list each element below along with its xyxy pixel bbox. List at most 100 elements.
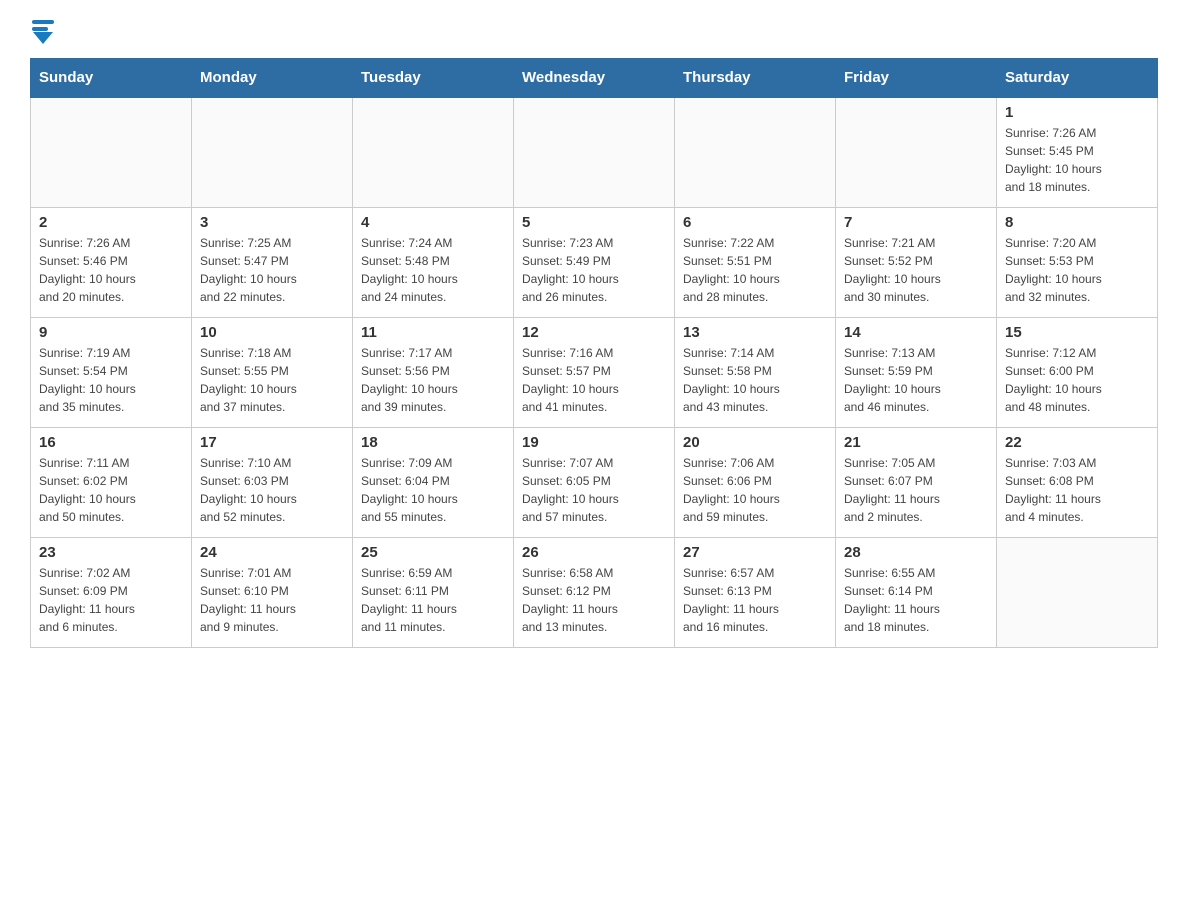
day-number: 1 [1005,104,1149,121]
calendar-cell: 2 Sunrise: 7:26 AM Sunset: 5:46 PM Daylig… [31,207,192,317]
weekday-header-friday: Friday [836,59,997,98]
day-number: 21 [844,434,988,451]
day-info: Sunrise: 7:24 AM Sunset: 5:48 PM Dayligh… [361,234,505,306]
day-info: Sunrise: 7:26 AM Sunset: 5:45 PM Dayligh… [1005,124,1149,196]
calendar-cell: 19 Sunrise: 7:07 AM Sunset: 6:05 PM Dayli… [514,427,675,537]
calendar-cell: 18 Sunrise: 7:09 AM Sunset: 6:04 PM Dayli… [353,427,514,537]
day-info: Sunrise: 7:23 AM Sunset: 5:49 PM Dayligh… [522,234,666,306]
day-number: 10 [200,324,344,341]
day-number: 20 [683,434,827,451]
weekday-header-tuesday: Tuesday [353,59,514,98]
calendar-cell [836,97,997,207]
weekday-header-thursday: Thursday [675,59,836,98]
calendar-cell: 22 Sunrise: 7:03 AM Sunset: 6:08 PM Dayli… [997,427,1158,537]
day-info: Sunrise: 6:55 AM Sunset: 6:14 PM Dayligh… [844,564,988,636]
calendar-week-1: 1 Sunrise: 7:26 AM Sunset: 5:45 PM Daylig… [31,97,1158,207]
calendar-cell [353,97,514,207]
calendar-cell [675,97,836,207]
calendar-cell [997,537,1158,647]
calendar-cell: 8 Sunrise: 7:20 AM Sunset: 5:53 PM Daylig… [997,207,1158,317]
calendar-cell: 3 Sunrise: 7:25 AM Sunset: 5:47 PM Daylig… [192,207,353,317]
calendar-cell: 10Sunrise: 7:18 AM Sunset: 5:55 PM Dayli… [192,317,353,427]
logo-icon [32,20,54,44]
day-info: Sunrise: 7:14 AM Sunset: 5:58 PM Dayligh… [683,344,827,416]
day-info: Sunrise: 7:12 AM Sunset: 6:00 PM Dayligh… [1005,344,1149,416]
calendar-cell [514,97,675,207]
weekday-header-saturday: Saturday [997,59,1158,98]
logo [30,20,54,42]
day-info: Sunrise: 7:17 AM Sunset: 5:56 PM Dayligh… [361,344,505,416]
day-number: 8 [1005,214,1149,231]
calendar-cell: 15 Sunrise: 7:12 AM Sunset: 6:00 PM Dayli… [997,317,1158,427]
day-number: 18 [361,434,505,451]
calendar-cell: 14 Sunrise: 7:13 AM Sunset: 5:59 PM Dayli… [836,317,997,427]
day-info: Sunrise: 7:09 AM Sunset: 6:04 PM Dayligh… [361,454,505,526]
day-info: Sunrise: 7:11 AM Sunset: 6:02 PM Dayligh… [39,454,183,526]
day-number: 4 [361,214,505,231]
calendar-cell: 9 Sunrise: 7:19 AM Sunset: 5:54 PM Daylig… [31,317,192,427]
day-number: 28 [844,544,988,561]
calendar-cell: 12 Sunrise: 7:16 AM Sunset: 5:57 PM Dayli… [514,317,675,427]
day-number: 19 [522,434,666,451]
calendar-cell: 13 Sunrise: 7:14 AM Sunset: 5:58 PM Dayli… [675,317,836,427]
day-number: 16 [39,434,183,451]
day-number: 24 [200,544,344,561]
calendar-cell: 16 Sunrise: 7:11 AM Sunset: 6:02 PM Dayli… [31,427,192,537]
day-number: 2 [39,214,183,231]
weekday-header-monday: Monday [192,59,353,98]
day-info: Sunrise: 7:25 AM Sunset: 5:47 PM Dayligh… [200,234,344,306]
day-info: Sunrise: 7:01 AM Sunset: 6:10 PM Dayligh… [200,564,344,636]
day-info: Sunrise: 7:03 AM Sunset: 6:08 PM Dayligh… [1005,454,1149,526]
day-info: Sunrise: 7:07 AM Sunset: 6:05 PM Dayligh… [522,454,666,526]
calendar-cell: 24 Sunrise: 7:01 AM Sunset: 6:10 PM Dayli… [192,537,353,647]
weekday-header-wednesday: Wednesday [514,59,675,98]
day-info: Sunrise: 7:19 AM Sunset: 5:54 PM Dayligh… [39,344,183,416]
calendar-week-3: 9 Sunrise: 7:19 AM Sunset: 5:54 PM Daylig… [31,317,1158,427]
day-info: Sunrise: 7:20 AM Sunset: 5:53 PM Dayligh… [1005,234,1149,306]
day-number: 22 [1005,434,1149,451]
calendar-cell: 25 Sunrise: 6:59 AM Sunset: 6:11 PM Dayli… [353,537,514,647]
weekday-header-row: SundayMondayTuesdayWednesdayThursdayFrid… [31,59,1158,98]
day-info: Sunrise: 7:05 AM Sunset: 6:07 PM Dayligh… [844,454,988,526]
calendar-week-5: 23Sunrise: 7:02 AM Sunset: 6:09 PM Dayli… [31,537,1158,647]
day-number: 11 [361,324,505,341]
day-info: Sunrise: 7:02 AM Sunset: 6:09 PM Dayligh… [39,564,183,636]
day-info: Sunrise: 6:57 AM Sunset: 6:13 PM Dayligh… [683,564,827,636]
day-info: Sunrise: 6:58 AM Sunset: 6:12 PM Dayligh… [522,564,666,636]
day-number: 15 [1005,324,1149,341]
calendar-cell: 7 Sunrise: 7:21 AM Sunset: 5:52 PM Daylig… [836,207,997,317]
calendar-cell: 17 Sunrise: 7:10 AM Sunset: 6:03 PM Dayli… [192,427,353,537]
calendar-cell: 5Sunrise: 7:23 AM Sunset: 5:49 PM Daylig… [514,207,675,317]
day-number: 13 [683,324,827,341]
day-number: 17 [200,434,344,451]
day-number: 9 [39,324,183,341]
calendar-week-4: 16 Sunrise: 7:11 AM Sunset: 6:02 PM Dayli… [31,427,1158,537]
day-info: Sunrise: 7:10 AM Sunset: 6:03 PM Dayligh… [200,454,344,526]
day-number: 26 [522,544,666,561]
day-info: Sunrise: 6:59 AM Sunset: 6:11 PM Dayligh… [361,564,505,636]
calendar-table: SundayMondayTuesdayWednesdayThursdayFrid… [30,58,1158,648]
calendar-cell [31,97,192,207]
calendar-cell: 4 Sunrise: 7:24 AM Sunset: 5:48 PM Daylig… [353,207,514,317]
day-number: 3 [200,214,344,231]
calendar-cell: 23Sunrise: 7:02 AM Sunset: 6:09 PM Dayli… [31,537,192,647]
day-number: 12 [522,324,666,341]
day-info: Sunrise: 7:21 AM Sunset: 5:52 PM Dayligh… [844,234,988,306]
day-number: 6 [683,214,827,231]
day-number: 14 [844,324,988,341]
day-info: Sunrise: 7:16 AM Sunset: 5:57 PM Dayligh… [522,344,666,416]
calendar-cell: 21 Sunrise: 7:05 AM Sunset: 6:07 PM Dayli… [836,427,997,537]
weekday-header-sunday: Sunday [31,59,192,98]
day-info: Sunrise: 7:13 AM Sunset: 5:59 PM Dayligh… [844,344,988,416]
calendar-cell: 26 Sunrise: 6:58 AM Sunset: 6:12 PM Dayli… [514,537,675,647]
calendar-cell: 6 Sunrise: 7:22 AM Sunset: 5:51 PM Daylig… [675,207,836,317]
day-number: 27 [683,544,827,561]
day-info: Sunrise: 7:26 AM Sunset: 5:46 PM Dayligh… [39,234,183,306]
day-info: Sunrise: 7:06 AM Sunset: 6:06 PM Dayligh… [683,454,827,526]
calendar-week-2: 2 Sunrise: 7:26 AM Sunset: 5:46 PM Daylig… [31,207,1158,317]
calendar-cell: 28 Sunrise: 6:55 AM Sunset: 6:14 PM Dayli… [836,537,997,647]
calendar-cell: 20 Sunrise: 7:06 AM Sunset: 6:06 PM Dayli… [675,427,836,537]
day-number: 25 [361,544,505,561]
day-number: 7 [844,214,988,231]
day-info: Sunrise: 7:22 AM Sunset: 5:51 PM Dayligh… [683,234,827,306]
